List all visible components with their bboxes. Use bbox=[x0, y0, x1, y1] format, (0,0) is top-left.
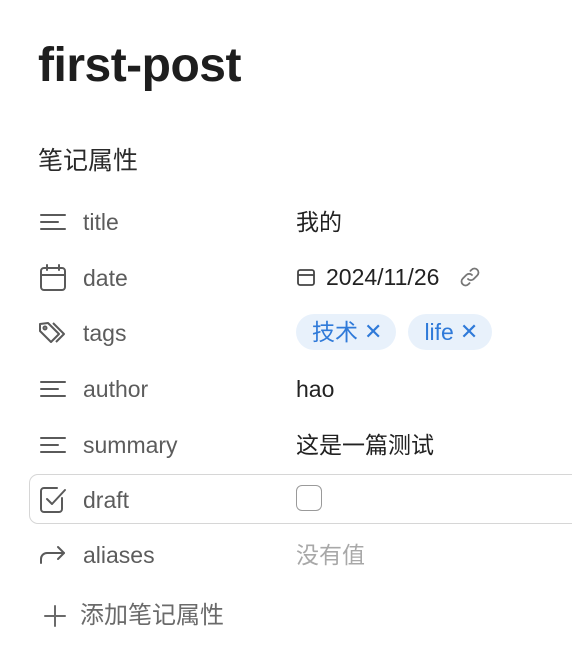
tags-icon[interactable] bbox=[38, 319, 68, 347]
property-row-title: title 我的 bbox=[0, 196, 572, 248]
link-icon[interactable] bbox=[458, 265, 482, 289]
draft-checkbox[interactable] bbox=[296, 485, 322, 511]
property-value[interactable]: 这是一篇测试 bbox=[296, 431, 434, 459]
tag-label[interactable]: 技术 bbox=[312, 314, 358, 350]
tag-pill[interactable]: 技术 ✕ bbox=[296, 314, 397, 350]
tag-pill[interactable]: life ✕ bbox=[408, 314, 493, 350]
text-lines-icon[interactable] bbox=[38, 375, 68, 403]
property-key[interactable]: author bbox=[83, 375, 148, 403]
property-value[interactable]: hao bbox=[296, 375, 334, 403]
close-icon[interactable]: ✕ bbox=[460, 314, 478, 350]
property-key[interactable]: aliases bbox=[83, 541, 155, 569]
property-key[interactable]: date bbox=[83, 264, 128, 292]
property-value[interactable]: 我的 bbox=[296, 208, 342, 236]
text-lines-icon[interactable] bbox=[38, 208, 68, 236]
property-key[interactable]: summary bbox=[83, 431, 178, 459]
plus-icon[interactable] bbox=[42, 603, 68, 629]
note-title[interactable]: first-post bbox=[38, 36, 241, 96]
property-row-summary: summary 这是一篇测试 bbox=[0, 419, 572, 471]
property-key[interactable]: title bbox=[83, 208, 119, 236]
property-row-aliases: aliases 没有值 bbox=[0, 529, 572, 581]
property-row-tags: tags 技术 ✕ life ✕ bbox=[0, 307, 572, 359]
calendar-icon[interactable] bbox=[38, 264, 68, 292]
property-key[interactable]: tags bbox=[83, 319, 126, 347]
checkbox-icon[interactable] bbox=[38, 486, 68, 514]
property-row-draft[interactable]: draft bbox=[0, 474, 572, 526]
tags-list: 技术 ✕ life ✕ bbox=[296, 314, 493, 350]
calendar-icon[interactable] bbox=[296, 267, 316, 287]
add-property-label[interactable]: 添加笔记属性 bbox=[80, 600, 224, 632]
text-lines-icon[interactable] bbox=[38, 431, 68, 459]
add-property-button[interactable]: 添加笔记属性 bbox=[42, 600, 224, 632]
close-icon[interactable]: ✕ bbox=[364, 314, 382, 350]
tag-label[interactable]: life bbox=[424, 314, 453, 350]
property-row-date: date 2024/11/26 bbox=[0, 252, 572, 304]
forward-arrow-icon[interactable] bbox=[38, 541, 68, 569]
property-key[interactable]: draft bbox=[83, 486, 129, 514]
property-row-author: author hao bbox=[0, 363, 572, 415]
properties-heading[interactable]: 笔记属性 bbox=[38, 143, 138, 179]
date-value-field[interactable]: 2024/11/26 bbox=[296, 263, 482, 291]
note-properties-view: first-post 笔记属性 title 我的 date 2024/11/26… bbox=[0, 0, 572, 670]
property-value-placeholder[interactable]: 没有值 bbox=[296, 541, 365, 569]
date-value[interactable]: 2024/11/26 bbox=[326, 263, 454, 291]
